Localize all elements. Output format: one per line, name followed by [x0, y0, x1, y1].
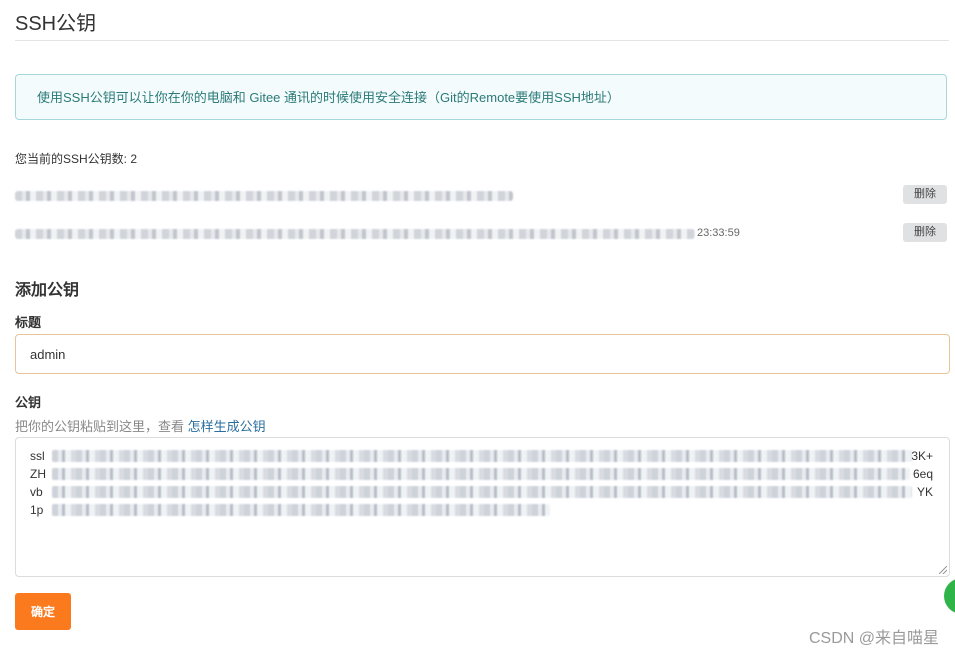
- key-text-blurred: [52, 504, 550, 516]
- add-key-heading: 添加公钥: [15, 282, 80, 299]
- public-key-textarea[interactable]: ssl 3K+ ZH 6eq vb YK 1p: [15, 437, 950, 577]
- key-text-line-end: YK: [916, 485, 933, 499]
- info-banner-text: 使用SSH公钥可以让你在你的电脑和 Gitee 通讯的时候使用安全连接（Git的…: [37, 90, 620, 105]
- key-text-line-end: 3K+: [911, 449, 933, 463]
- key-text-blurred: [52, 486, 912, 498]
- key-hint-text: 把你的公钥粘贴到这里，查看: [15, 419, 188, 434]
- key-text-line: ZH: [30, 467, 46, 481]
- ssh-key-fingerprint-blurred: [15, 191, 513, 201]
- ssh-key-row: 23:33:59 删除: [15, 223, 947, 245]
- key-text-line: 1p: [30, 503, 44, 517]
- ssh-key-row: 删除: [15, 185, 947, 207]
- key-field-label: 公钥: [15, 395, 42, 410]
- key-text-line: ssl: [30, 449, 45, 463]
- key-hint: 把你的公钥粘贴到这里，查看 怎样生成公钥: [15, 416, 266, 435]
- floating-action-icon[interactable]: [944, 578, 955, 614]
- key-text-blurred: [52, 450, 912, 462]
- title-field-label: 标题: [15, 315, 42, 330]
- title-divider: [15, 40, 949, 41]
- page-title: SSH公钥: [15, 13, 97, 35]
- key-count-label: 您当前的SSH公钥数: 2: [15, 152, 138, 166]
- title-input[interactable]: [15, 334, 950, 374]
- key-text-line-end: 6eq: [912, 467, 933, 481]
- delete-key-button[interactable]: 删除: [903, 185, 947, 204]
- delete-key-button[interactable]: 删除: [903, 223, 947, 242]
- resize-handle[interactable]: [939, 566, 947, 574]
- how-to-generate-key-link[interactable]: 怎样生成公钥: [188, 419, 266, 434]
- ssh-key-fingerprint-blurred: [15, 229, 695, 239]
- key-text-blurred: [52, 468, 910, 480]
- info-banner: 使用SSH公钥可以让你在你的电脑和 Gitee 通讯的时候使用安全连接（Git的…: [15, 74, 947, 120]
- watermark: CSDN @来自喵星: [808, 630, 939, 647]
- ssh-key-time: 23:33:59: [697, 227, 740, 239]
- submit-button[interactable]: 确定: [15, 593, 71, 630]
- key-text-line: vb: [30, 485, 43, 499]
